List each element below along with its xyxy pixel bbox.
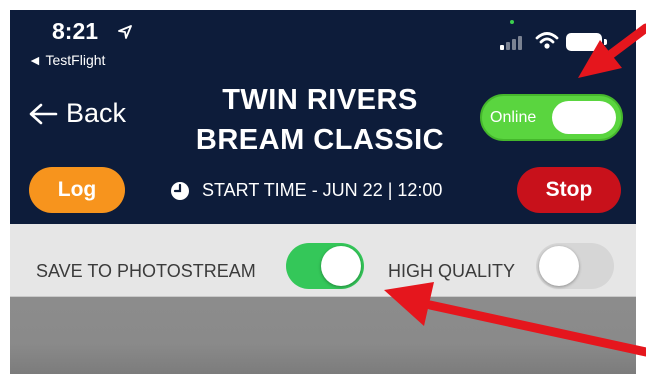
stop-button[interactable]: Stop [517, 167, 621, 213]
location-arrow-icon [118, 25, 132, 39]
title-line-1: TWIN RIVERS [222, 84, 418, 116]
header-bar: 8:21 ◄ TestFlight Back TWIN RIVERS BREAM [10, 10, 636, 224]
online-label: Online [490, 109, 537, 126]
log-button[interactable]: Log [29, 167, 125, 213]
arrow-left-icon [29, 103, 58, 124]
save-to-photostream-toggle[interactable] [286, 243, 364, 289]
title-line-2: BREAM CLASSIC [195, 124, 445, 156]
online-toggle[interactable]: Online [480, 94, 623, 141]
back-label: Back [66, 98, 127, 128]
start-time: START TIME - JUN 22 | 12:00 [170, 180, 442, 201]
indicator-dot [510, 20, 514, 24]
online-toggle-knob [552, 101, 616, 134]
app-screen: 8:21 ◄ TestFlight Back TWIN RIVERS BREAM [10, 10, 636, 374]
camera-preview [10, 297, 636, 374]
back-button[interactable]: Back [28, 98, 126, 129]
wifi-icon [535, 32, 559, 49]
high-quality-label: HIGH QUALITY [388, 261, 516, 281]
start-time-label: START TIME - JUN 22 | 12:00 [202, 180, 443, 200]
clock-icon [171, 181, 189, 200]
high-quality-toggle[interactable] [536, 243, 614, 289]
testflight-back-link[interactable]: ◄ TestFlight [28, 52, 105, 68]
toggle-knob [539, 246, 579, 286]
save-to-photostream-label: SAVE TO PHOTOSTREAM [36, 261, 256, 281]
status-time: 8:21 [52, 18, 99, 44]
toggle-knob [321, 246, 361, 286]
page-title: TWIN RIVERS BREAM CLASSIC [190, 80, 450, 160]
battery-icon [566, 33, 607, 51]
cellular-signal-icon [500, 34, 524, 50]
